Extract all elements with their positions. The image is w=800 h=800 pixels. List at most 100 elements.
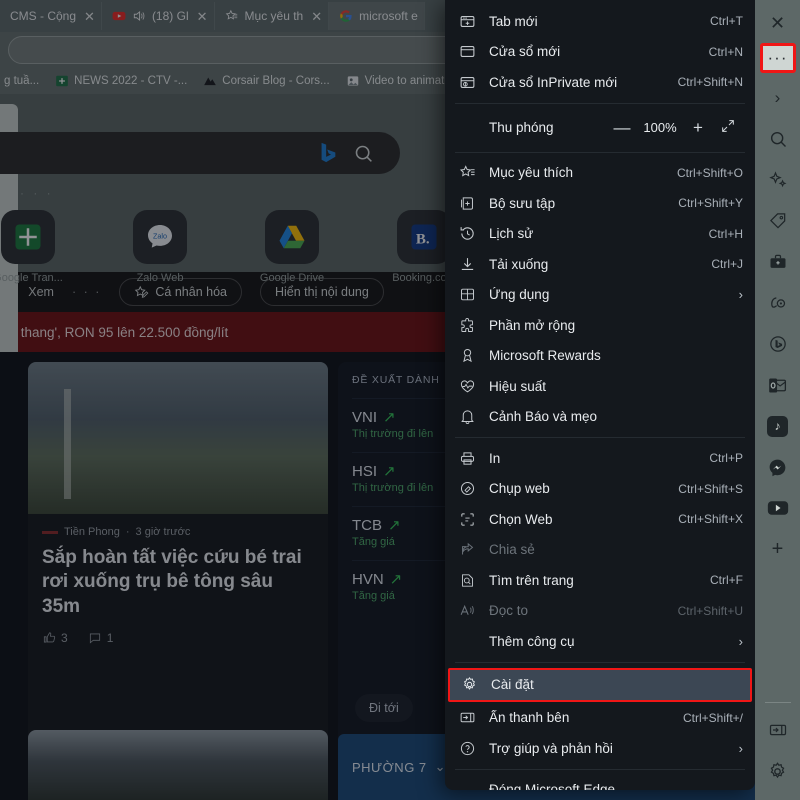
menu-item-label: Cửa sổ InPrivate mới: [489, 74, 618, 90]
feed-view-button[interactable]: Xem: [28, 285, 54, 299]
shortcut-label: Zalo Web: [136, 272, 184, 284]
messenger-icon[interactable]: [761, 450, 795, 484]
stock-symbol: HVN: [352, 570, 384, 588]
discover-sparkle-icon[interactable]: [761, 163, 795, 197]
menu-item-more-tools[interactable]: Thêm công cụ ›: [445, 626, 755, 657]
menu-separator: [455, 437, 745, 438]
menu-item-accelerator: Ctrl+P: [709, 451, 743, 466]
menu-item-accelerator: Ctrl+Shift+/: [682, 710, 743, 725]
news-source: Tiền Phong: [64, 526, 120, 538]
toggle-sidebar-icon[interactable]: [761, 713, 795, 747]
bookmark-item[interactable]: Corsair Blog - Cors...: [203, 74, 330, 88]
close-icon[interactable]: ✕: [197, 10, 208, 23]
fullscreen-icon[interactable]: [713, 118, 743, 137]
stock-symbol: VNI: [352, 408, 378, 426]
games-icon[interactable]: [761, 286, 795, 320]
trend-up-icon: ↗: [383, 463, 396, 480]
menu-item-new-tab[interactable]: Tab mới Ctrl+T: [445, 6, 755, 37]
menu-item-history[interactable]: Lịch sử Ctrl+H: [445, 219, 755, 250]
search-icon[interactable]: [353, 143, 374, 164]
menu-item-downloads[interactable]: Tải xuống Ctrl+J: [445, 249, 755, 280]
menu-separator: [455, 768, 745, 770]
menu-item-hide-sidebar[interactable]: Ẩn thanh bên Ctrl+Shift+/: [445, 703, 755, 734]
menu-item-accelerator: Ctrl+Shift+S: [678, 481, 743, 496]
comment-button[interactable]: 1: [88, 631, 113, 645]
menu-item-new-window[interactable]: Cửa sổ mới Ctrl+N: [445, 37, 755, 68]
menu-item-web-select[interactable]: Chọn Web Ctrl+Shift+X: [445, 504, 755, 535]
menu-item-label: In: [489, 450, 501, 466]
menu-item-alerts[interactable]: Cảnh Báo và mẹo: [445, 402, 755, 433]
menu-item-favorites[interactable]: Mục yêu thích Ctrl+Shift+O: [445, 158, 755, 189]
sidebar-more-button[interactable]: ···: [759, 43, 796, 73]
music-icon[interactable]: ♪: [761, 409, 795, 443]
close-icon[interactable]: ✕: [311, 10, 322, 23]
shortcut-tile[interactable]: Zalo Zalo Web: [114, 210, 206, 284]
feed-more-icon[interactable]: · · ·: [72, 285, 101, 299]
close-icon[interactable]: ✕: [84, 10, 95, 23]
menu-item-accelerator: Ctrl+F: [710, 573, 743, 588]
menu-item-rewards[interactable]: Microsoft Rewards: [445, 341, 755, 372]
bookmark-item[interactable]: NEWS 2022 - CTV -...: [55, 74, 187, 88]
menu-item-extensions[interactable]: Phần mở rộng: [445, 310, 755, 341]
tab-title: Mục yêu th: [244, 9, 304, 23]
shortcut-tile[interactable]: Google Tran...: [0, 210, 74, 284]
bookmark-item[interactable]: Video to animat: [346, 74, 445, 88]
news-time: 3 giờ trước: [135, 526, 191, 538]
outlook-icon[interactable]: [761, 368, 795, 402]
menu-item-collections[interactable]: Bộ sưu tập Ctrl+Shift+Y: [445, 188, 755, 219]
menu-item-close-edge[interactable]: Đóng Microsoft Edge: [445, 775, 755, 790]
menu-item-apps[interactable]: Ứng dụng ›: [445, 280, 755, 311]
menu-item-label: Cảnh Báo và mẹo: [489, 409, 598, 425]
stock-symbol: TCB: [352, 516, 382, 534]
menu-item-label: Ẩn thanh bên: [489, 710, 570, 726]
expand-sidebar-icon[interactable]: ›: [761, 81, 795, 115]
tools-briefcase-icon[interactable]: [761, 245, 795, 279]
zalo-icon: Zalo: [133, 210, 187, 264]
search-icon[interactable]: [761, 122, 795, 156]
youtube-icon[interactable]: [761, 491, 795, 525]
bookmark-label: Video to animat: [364, 75, 445, 87]
svg-text:Zalo: Zalo: [153, 231, 167, 240]
shortcut-tile[interactable]: Google Drive: [246, 210, 338, 284]
menu-item-accelerator: Ctrl+Shift+Y: [678, 196, 743, 211]
menu-item-find-on-page[interactable]: Tìm trên trang Ctrl+F: [445, 565, 755, 596]
menu-item-label: Thêm công cụ: [489, 633, 575, 649]
menu-item-help-feedback[interactable]: Trợ giúp và phản hồi ›: [445, 733, 755, 764]
booking-icon: B.: [397, 210, 451, 264]
menu-item-label: Tab mới: [489, 13, 538, 29]
zoom-out-button[interactable]: —: [607, 118, 637, 138]
menu-item-web-capture[interactable]: Chụp web Ctrl+Shift+S: [445, 474, 755, 505]
breaking-news-text: eo thang', RON 95 lên 22.500 đồng/lít: [2, 324, 229, 340]
bing-icon[interactable]: [761, 327, 795, 361]
bing-search-box[interactable]: [0, 132, 400, 174]
menu-item-label: Cửa sổ mới: [489, 44, 561, 60]
bookmark-label: Corsair Blog - Cors...: [222, 75, 330, 87]
chevron-right-glyph: ›: [774, 88, 781, 107]
alerts-icon: [461, 410, 474, 425]
browser-tab[interactable]: (18) Gl ✕: [102, 2, 215, 30]
bookmark-item[interactable]: g tuầ...: [4, 75, 39, 87]
sidebar-settings-icon[interactable]: [761, 754, 795, 788]
goto-button[interactable]: Đi tới: [355, 694, 413, 722]
menu-item-label: Tải xuống: [489, 256, 549, 272]
menu-item-label: Chia sẻ: [489, 542, 535, 558]
browser-tab-active[interactable]: microsoft e: [329, 2, 425, 30]
shortcut-label: Google Tran...: [0, 272, 63, 284]
menu-item-performance[interactable]: Hiệu suất: [445, 371, 755, 402]
zoom-in-button[interactable]: +: [683, 118, 713, 138]
stock-symbol: HSI: [352, 462, 378, 480]
shopping-tag-icon[interactable]: [761, 204, 795, 238]
menu-item-label: Bộ sưu tập: [489, 195, 556, 211]
add-site-icon[interactable]: +: [761, 532, 795, 566]
performance-icon: [460, 380, 475, 393]
menu-item-accelerator: Ctrl+N: [708, 44, 743, 59]
menu-item-inprivate-window[interactable]: Cửa sổ InPrivate mới Ctrl+Shift+N: [445, 67, 755, 98]
news-card-2[interactable]: [28, 730, 328, 800]
like-button[interactable]: 3: [42, 631, 68, 645]
browser-tab[interactable]: Mục yêu th ✕: [215, 2, 330, 30]
browser-tab[interactable]: CMS - Cộng ✕: [0, 2, 102, 30]
menu-item-print[interactable]: In Ctrl+P: [445, 443, 755, 474]
google-translate-icon: [1, 210, 55, 264]
menu-item-settings[interactable]: Cài đặt: [448, 667, 752, 702]
close-icon[interactable]: ✕: [761, 6, 795, 40]
